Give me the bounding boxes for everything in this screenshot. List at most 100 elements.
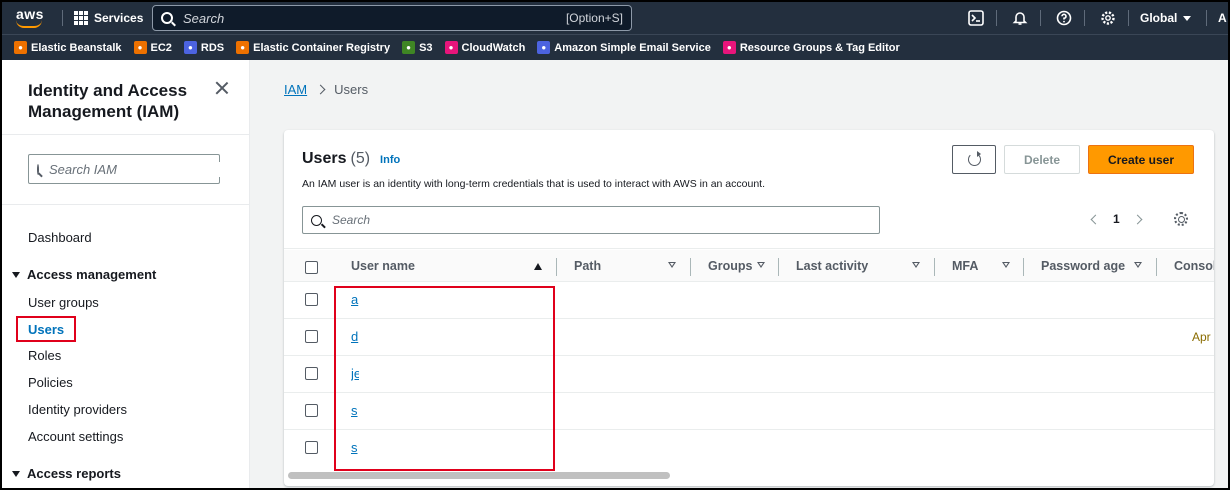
favorite-resource-groups-tag-editor[interactable]: ● Resource Groups & Tag Editor xyxy=(722,41,900,54)
favorite-elastic-container-registry[interactable]: ● Elastic Container Registry xyxy=(236,41,390,54)
browser-frame: aws Services [Option+S] xyxy=(2,2,1228,488)
sidebar-search-box[interactable] xyxy=(28,154,227,184)
pagination: 1 xyxy=(1090,212,1143,226)
refresh-button[interactable] xyxy=(952,145,996,174)
nav-divider xyxy=(1040,10,1041,26)
column-header-last-activity[interactable]: Last activity xyxy=(796,250,868,282)
favorite-elastic-beanstalk[interactable]: ● Elastic Beanstalk xyxy=(14,41,122,54)
column-label: Console xyxy=(1174,259,1214,273)
row-checkbox[interactable] xyxy=(305,367,318,380)
favorite-ec2[interactable]: ● EC2 xyxy=(133,41,172,54)
favorite-rds[interactable]: ● RDS xyxy=(183,41,224,54)
caret-down-icon xyxy=(12,470,20,477)
sidebar-item-account-settings[interactable]: Account settings xyxy=(28,429,123,444)
sidebar-item-roles[interactable]: Roles xyxy=(28,348,61,363)
info-link[interactable]: Info xyxy=(380,154,400,166)
caret-down-icon xyxy=(12,271,20,278)
row-checkbox[interactable] xyxy=(305,293,318,306)
row-checkbox[interactable] xyxy=(305,404,318,417)
panel-header: Users (5) Info xyxy=(302,150,400,168)
sort-icon[interactable] xyxy=(1002,262,1010,269)
favorite-cloudwatch[interactable]: ● CloudWatch xyxy=(444,41,525,54)
sidebar-item-policies[interactable]: Policies xyxy=(28,375,73,390)
sort-icon[interactable] xyxy=(1134,262,1142,269)
column-header-password-age[interactable]: Password age xyxy=(1041,250,1125,282)
favorite-amazon-simple-email-service[interactable]: ● Amazon Simple Email Service xyxy=(537,41,711,54)
sidebar-title[interactable]: Identity and Access Management (IAM) xyxy=(28,80,208,122)
sidebar-section-access-reports[interactable]: Access reports xyxy=(12,466,121,481)
row-checkbox[interactable] xyxy=(305,441,318,454)
nav-divider xyxy=(996,10,997,26)
next-page-icon[interactable] xyxy=(1132,214,1143,224)
search-icon xyxy=(311,214,322,226)
previous-page-icon[interactable] xyxy=(1090,214,1101,224)
users-search-input[interactable] xyxy=(332,213,871,227)
account-label: A xyxy=(1218,11,1227,25)
column-label: Path xyxy=(574,259,602,273)
favorite-s3[interactable]: ● S3 xyxy=(402,41,433,54)
region-label: Global xyxy=(1140,11,1178,25)
column-header-path[interactable]: Path xyxy=(574,250,601,282)
global-search-box[interactable]: [Option+S] xyxy=(152,5,632,31)
users-panel: Users (5) Info An IAM user is an identit… xyxy=(284,130,1214,486)
service-icon: ● xyxy=(236,41,250,54)
current-page-number[interactable]: 1 xyxy=(1113,212,1120,226)
notifications-bell-icon[interactable] xyxy=(1010,8,1030,28)
column-label: MFA xyxy=(952,259,979,273)
refresh-icon xyxy=(967,151,981,166)
aws-logo[interactable]: aws xyxy=(14,6,48,30)
service-icon: ● xyxy=(444,41,458,54)
region-selector[interactable]: Global xyxy=(1140,2,1192,34)
users-search-box[interactable] xyxy=(302,206,880,234)
column-divider xyxy=(778,258,779,276)
sidebar-item-identity-providers[interactable]: Identity providers xyxy=(28,402,127,417)
sidebar-item-dashboard[interactable]: Dashboard xyxy=(28,230,92,245)
select-all-checkbox[interactable] xyxy=(305,261,318,274)
close-icon[interactable] xyxy=(214,80,230,96)
sidebar-item-user-groups[interactable]: User groups xyxy=(28,295,99,310)
breadcrumb-current: Users xyxy=(334,82,369,97)
sort-icon[interactable] xyxy=(912,262,920,269)
service-icon: ● xyxy=(402,41,416,54)
service-icon: ● xyxy=(537,41,551,54)
cloudshell-icon[interactable] xyxy=(966,8,986,28)
sidebar-section-label: Access reports xyxy=(27,466,121,481)
sidebar-search-input[interactable] xyxy=(49,161,227,177)
chevron-right-icon xyxy=(315,84,326,95)
service-icon: ● xyxy=(133,41,147,54)
sort-icon[interactable] xyxy=(668,262,676,269)
sort-icon[interactable] xyxy=(757,262,765,269)
breadcrumb-iam-link[interactable]: IAM xyxy=(284,82,307,97)
row-checkbox[interactable] xyxy=(305,330,318,343)
services-menu-button[interactable]: Services xyxy=(74,2,143,34)
table-preferences-gear-icon[interactable] xyxy=(1174,212,1188,226)
services-label: Services xyxy=(94,11,144,25)
global-search-input[interactable] xyxy=(183,10,566,26)
favorite-label: EC2 xyxy=(150,41,172,54)
nav-divider xyxy=(1128,10,1129,26)
page-title: Users xyxy=(302,150,347,167)
sidebar: Identity and Access Management (IAM) Das… xyxy=(2,60,250,488)
help-icon[interactable] xyxy=(1054,8,1074,28)
service-icon: ● xyxy=(722,41,736,54)
search-icon xyxy=(37,163,39,175)
column-header-groups[interactable]: Groups xyxy=(708,250,752,282)
settings-gear-icon[interactable] xyxy=(1098,8,1118,28)
delete-button[interactable]: Delete xyxy=(1004,145,1080,174)
sidebar-section-access-management[interactable]: Access management xyxy=(12,267,156,282)
column-header-user-name[interactable]: User name xyxy=(351,250,415,282)
sidebar-item-users[interactable]: Users xyxy=(16,316,76,342)
user-names-highlight-box xyxy=(334,286,555,471)
column-header-console[interactable]: Console xyxy=(1174,250,1214,282)
horizontal-scrollbar[interactable] xyxy=(288,472,670,479)
panel-description: An IAM user is an identity with long-ter… xyxy=(302,178,765,190)
column-divider xyxy=(1023,258,1024,276)
account-menu[interactable]: A xyxy=(1218,2,1227,34)
sort-ascending-icon[interactable] xyxy=(534,263,542,270)
column-header-mfa[interactable]: MFA xyxy=(952,250,978,282)
favorite-label: Elastic Beanstalk xyxy=(31,41,122,54)
sidebar-section-label: Access management xyxy=(27,267,157,282)
create-user-button[interactable]: Create user xyxy=(1088,145,1194,174)
favorites-bar: ● Elastic Beanstalk ● EC2 ● RDS ● Elastic Conta… xyxy=(2,34,1228,60)
breadcrumb: IAM Users xyxy=(284,82,368,97)
